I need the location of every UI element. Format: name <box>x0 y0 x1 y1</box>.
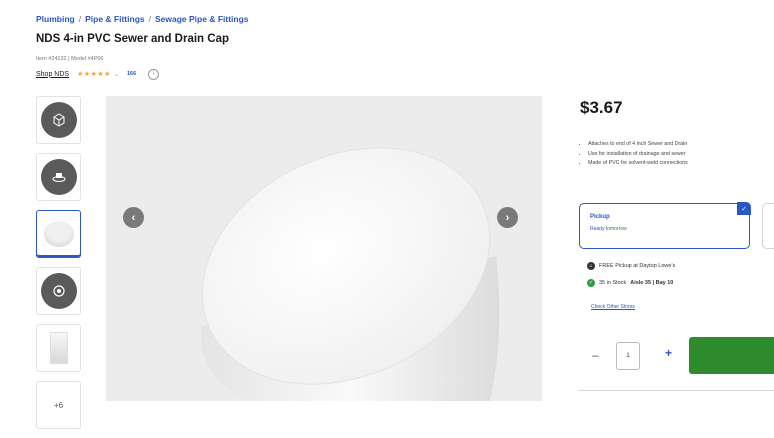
quantity-input[interactable]: 1 <box>616 342 640 370</box>
stock-count: 35 in Stock <box>599 280 627 286</box>
pickup-option-title: Pickup <box>590 214 610 220</box>
check-icon: ✓ <box>737 202 751 215</box>
price: $3.67 <box>580 98 623 117</box>
breadcrumb-sewage[interactable]: Sewage Pipe & Fittings <box>155 14 249 24</box>
delivery-option-card[interactable] <box>762 203 774 249</box>
free-pickup-text: FREE Pickup at Daytop Lowe's <box>599 263 676 269</box>
check-other-stores-link[interactable]: Check Other Stores <box>591 304 635 310</box>
store-icon: ⌂ <box>587 262 595 270</box>
chevron-right-icon: › <box>505 211 510 224</box>
package-thumbnail-image <box>49 332 68 364</box>
thumbnail-ar[interactable] <box>36 153 81 201</box>
pickup-ready-day: tomorrow <box>605 226 627 232</box>
breadcrumb-plumbing[interactable]: Plumbing <box>36 14 75 24</box>
feature-item: Use for installation of drainage and sew… <box>588 150 688 160</box>
target-icon <box>40 273 77 309</box>
info-icon[interactable]: i <box>148 68 160 80</box>
divider <box>578 390 774 391</box>
pickup-ready-label: Ready <box>590 226 605 232</box>
breadcrumb-separator: / <box>148 14 151 24</box>
review-count[interactable]: 166 <box>127 71 136 77</box>
star-rating[interactable]: ★★★★★ <box>77 70 111 78</box>
thumbnail-package[interactable] <box>36 324 81 372</box>
product-thumbnail-image <box>43 221 74 247</box>
breadcrumb: Plumbing / Pipe & Fittings / Sewage Pipe & F… <box>36 14 249 24</box>
add-to-cart-button[interactable] <box>689 337 774 374</box>
pvc-cap-image <box>200 147 500 401</box>
product-title: NDS 4-in PVC Sewer and Drain Cap <box>36 33 229 45</box>
main-product-image[interactable]: ‹ › <box>106 96 542 401</box>
more-images-count: +6 <box>53 400 64 410</box>
chevron-down-icon[interactable]: ⌄ <box>114 71 119 78</box>
product-meta: Item #24132 | Model #4P06 <box>36 56 104 62</box>
thumbnail-video[interactable] <box>36 267 81 315</box>
aisle-bay: Aisle 35 | Bay 10 <box>630 280 674 286</box>
pickup-option-status: Ready tomorrow <box>590 226 627 232</box>
thumbnail-image-1[interactable] <box>36 210 81 258</box>
thumbnail-list: +6 <box>36 96 83 438</box>
feature-list: Attaches to end of 4 inch Sewer and Drai… <box>580 140 688 169</box>
ar-icon <box>40 159 77 195</box>
quantity-increase-button[interactable]: + <box>665 346 672 360</box>
previous-image-button[interactable]: ‹ <box>123 207 144 228</box>
feature-item: Attaches to end of 4 inch Sewer and Drai… <box>588 140 688 150</box>
chevron-left-icon: ‹ <box>131 211 136 224</box>
next-image-button[interactable]: › <box>497 207 518 228</box>
thumbnail-more[interactable]: +6 <box>36 381 81 429</box>
check-circle-icon: ✓ <box>587 279 595 287</box>
shop-brand-link[interactable]: Shop NDS <box>36 71 69 78</box>
free-pickup-line: ⌂ FREE Pickup at Daytop Lowe's <box>587 262 675 270</box>
cube-icon <box>40 102 77 138</box>
pickup-option-card[interactable]: Pickup Ready tomorrow ✓ <box>579 202 751 249</box>
breadcrumb-pipe-fittings[interactable]: Pipe & Fittings <box>85 14 145 24</box>
feature-item: Made of PVC for solvent-weld connections <box>588 159 688 169</box>
stock-line: ✓ 35 in Stock Aisle 35 | Bay 10 <box>587 279 673 287</box>
breadcrumb-separator: / <box>78 14 82 24</box>
quantity-decrease-button[interactable]: – <box>592 348 599 362</box>
brand-rating-row: Shop NDS ★★★★★ ⌄ 166 i <box>36 68 160 80</box>
thumbnail-360[interactable] <box>36 96 81 144</box>
